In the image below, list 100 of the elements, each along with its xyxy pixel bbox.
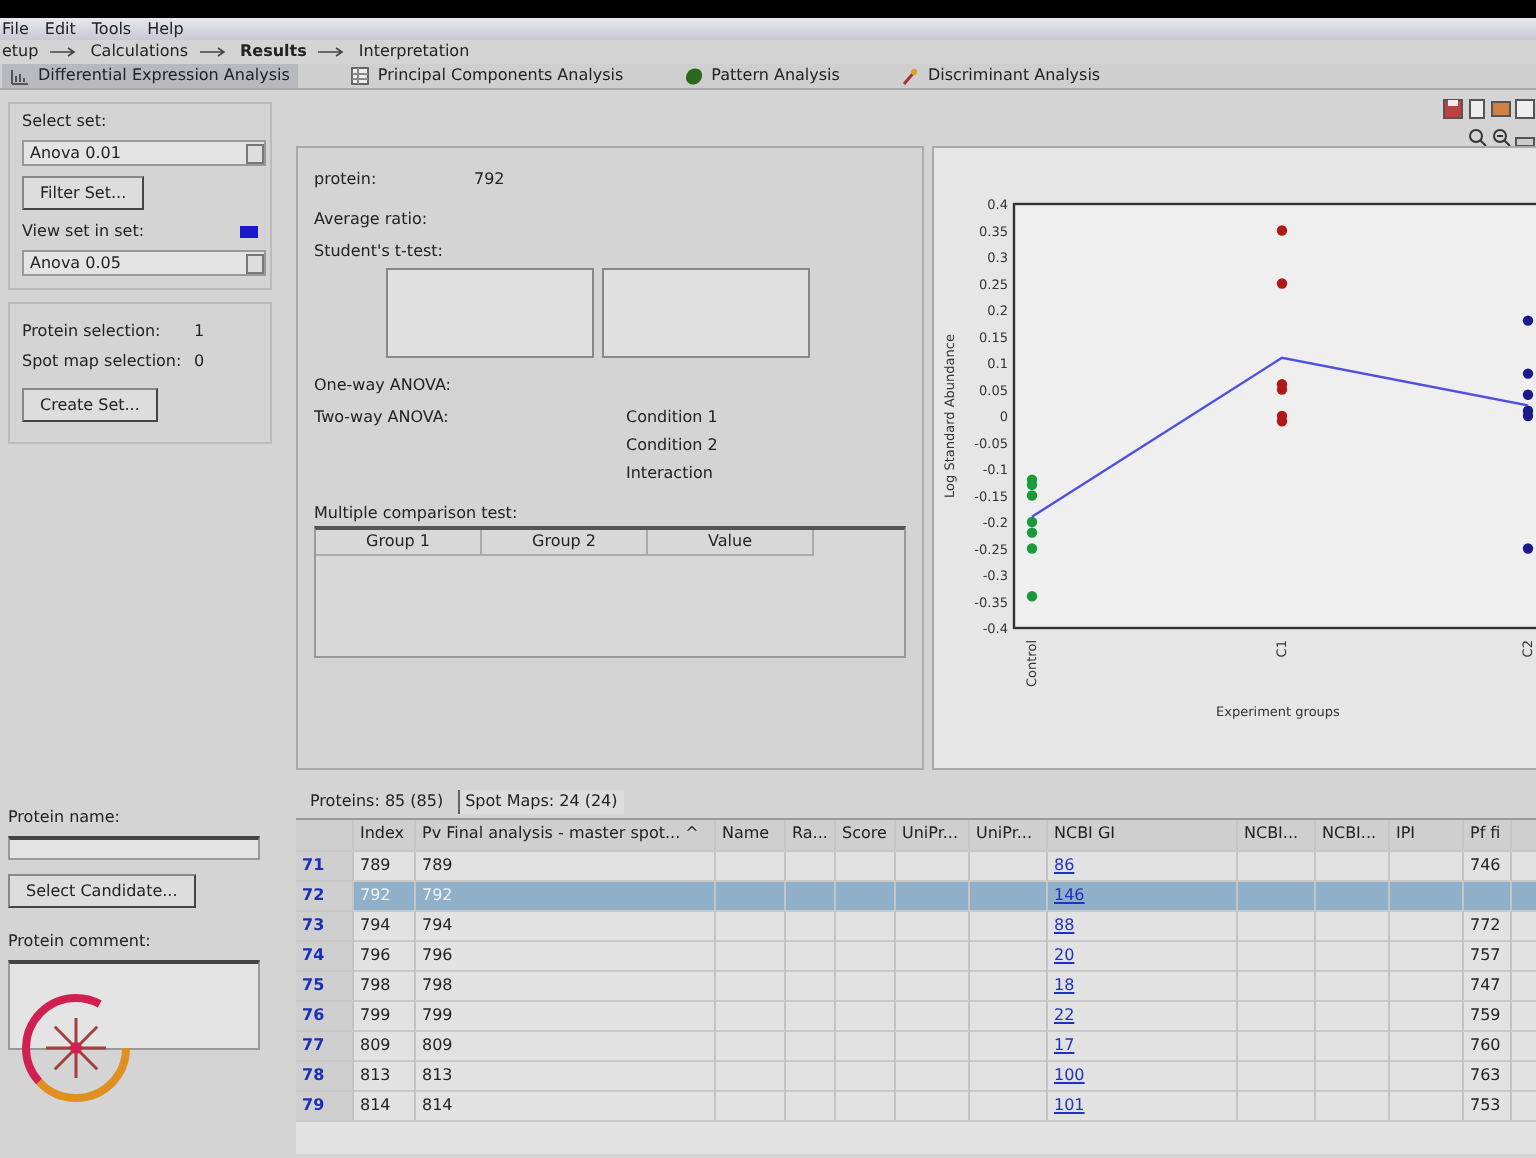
column-header[interactable]: NCBI GI (1048, 820, 1238, 850)
table-cell: 813 (360, 1066, 391, 1084)
column-header[interactable]: NCBI... (1238, 820, 1316, 850)
create-set-button[interactable]: Create Set... (22, 388, 158, 422)
data-point (1522, 315, 1534, 326)
table-cell: 789 (360, 856, 391, 874)
field-label: Select set: (22, 110, 109, 134)
menu-item[interactable]: File (2, 18, 29, 40)
ncbi-link[interactable]: 17 (1054, 1036, 1075, 1054)
row-number: 77 (296, 1032, 354, 1060)
ncbi-link[interactable]: 86 (1054, 856, 1075, 874)
field-label: Spot map selection: (22, 350, 184, 374)
table-cell: 746 (1470, 856, 1501, 874)
table-cell: 809 (422, 1036, 453, 1054)
table-cell: 759 (1470, 1006, 1501, 1024)
table-cell: 814 (360, 1096, 391, 1114)
data-point (1522, 368, 1534, 379)
analysis-tab[interactable]: Principal Components Analysis (341, 64, 632, 88)
table-tab[interactable]: Spot Maps: 24 (24) (457, 790, 624, 814)
table-row[interactable]: 72 792 792 146 (296, 882, 1536, 912)
table-tab[interactable]: Proteins: 85 (85) (304, 790, 450, 814)
column-header[interactable]: UniPr... (970, 820, 1048, 850)
ncbi-link[interactable]: 22 (1054, 1006, 1075, 1024)
menu-item[interactable]: Edit (44, 18, 76, 40)
column-header[interactable]: Ra... (786, 820, 836, 850)
ncbi-link[interactable]: 88 (1054, 916, 1075, 934)
row-number: 79 (296, 1092, 354, 1120)
ncbi-link[interactable]: 20 (1054, 946, 1075, 964)
table-row[interactable]: 73 794 794 88 772 (296, 912, 1536, 942)
field-label: Student's t-test: (314, 240, 445, 264)
ncbi-link[interactable]: 146 (1054, 886, 1085, 904)
count-value: 1 (194, 320, 205, 344)
arrow-icon (318, 46, 347, 58)
column-header[interactable]: Group 2 (482, 530, 648, 556)
column-header[interactable]: Pv Final analysis - master spot... ^ (416, 820, 716, 850)
select-candidate-button[interactable]: Select Candidate... (8, 874, 196, 908)
ncbi-link[interactable]: 101 (1054, 1096, 1085, 1114)
count-value: 0 (194, 350, 205, 374)
table-cell: 796 (360, 946, 391, 964)
analysis-tab[interactable]: Differential Expression Analysis (2, 64, 298, 88)
table-icon (349, 66, 370, 86)
table-cell: 813 (422, 1066, 453, 1084)
protein-name-field[interactable] (8, 836, 260, 860)
analysis-tab[interactable]: Discriminant Analysis (891, 64, 1109, 88)
workflow-step[interactable]: etup (2, 40, 39, 64)
row-number: 78 (296, 1062, 354, 1090)
analysis-tab[interactable]: Pattern Analysis (675, 64, 848, 88)
field-label: View set in set: (22, 220, 145, 244)
column-header[interactable]: Index (354, 820, 416, 850)
blob-icon (683, 66, 704, 86)
wand-icon (899, 66, 920, 86)
color-swatch[interactable] (240, 226, 258, 238)
field-label: Protein selection: (22, 320, 163, 344)
row-number: 76 (296, 1002, 354, 1030)
field-label: protein: (314, 168, 379, 192)
arrow-icon (50, 46, 79, 58)
bar-chart-icon (10, 66, 30, 86)
protein-comment-field[interactable] (8, 960, 260, 1050)
table-cell: 763 (1470, 1066, 1501, 1084)
column-header[interactable]: UniPr... (896, 820, 970, 850)
workflow-step[interactable]: Interpretation (358, 40, 470, 64)
menu-item[interactable]: Tools (91, 18, 132, 40)
menu-item[interactable]: Help (147, 18, 184, 40)
column-header[interactable]: Value (648, 530, 814, 556)
table-row[interactable]: 79 814 814 101 753 (296, 1092, 1536, 1122)
table-cell: 789 (422, 856, 453, 874)
column-header[interactable]: Name (716, 820, 786, 850)
table-row[interactable]: 75 798 798 18 747 (296, 972, 1536, 1002)
column-header[interactable]: Pf fi (1464, 820, 1512, 850)
dropdown[interactable]: Anova 0.01 (22, 140, 266, 166)
table-row[interactable]: 76 799 799 22 759 (296, 1002, 1536, 1032)
window-icon (1514, 98, 1536, 122)
protein-value: 792 (474, 168, 505, 192)
column-header[interactable]: Group 1 (316, 530, 482, 556)
column-header[interactable]: Score (836, 820, 896, 850)
filter-set-button[interactable]: Filter Set... (22, 176, 145, 210)
workflow-step[interactable]: Calculations (90, 40, 189, 64)
ncbi-link[interactable]: 100 (1054, 1066, 1085, 1084)
zoom-out-icon (1490, 126, 1514, 150)
data-point (1522, 543, 1534, 554)
arrow-icon (200, 46, 229, 58)
table-row[interactable]: 74 796 796 20 757 (296, 942, 1536, 972)
field-label: Average ratio: (314, 208, 430, 232)
column-header[interactable]: IPI (1390, 820, 1464, 850)
data-point (1276, 278, 1288, 289)
table-cell: 798 (360, 976, 391, 994)
row-number: 73 (296, 912, 354, 940)
row-number: 71 (296, 852, 354, 880)
dropdown[interactable]: Anova 0.05 (22, 250, 266, 276)
data-point (1276, 225, 1288, 236)
table-row[interactable]: 77 809 809 17 760 (296, 1032, 1536, 1062)
data-point (1026, 591, 1038, 602)
field-label: Multiple comparison test: (314, 502, 520, 526)
table-cell: 757 (1470, 946, 1501, 964)
workflow-step[interactable]: Results (240, 40, 307, 64)
ncbi-link[interactable]: 18 (1054, 976, 1075, 994)
row-number: 75 (296, 972, 354, 1000)
anova-term: Interaction (626, 462, 715, 486)
column-header[interactable]: NCBI... (1316, 820, 1390, 850)
table-row[interactable]: 78 813 813 100 763 (296, 1062, 1536, 1092)
